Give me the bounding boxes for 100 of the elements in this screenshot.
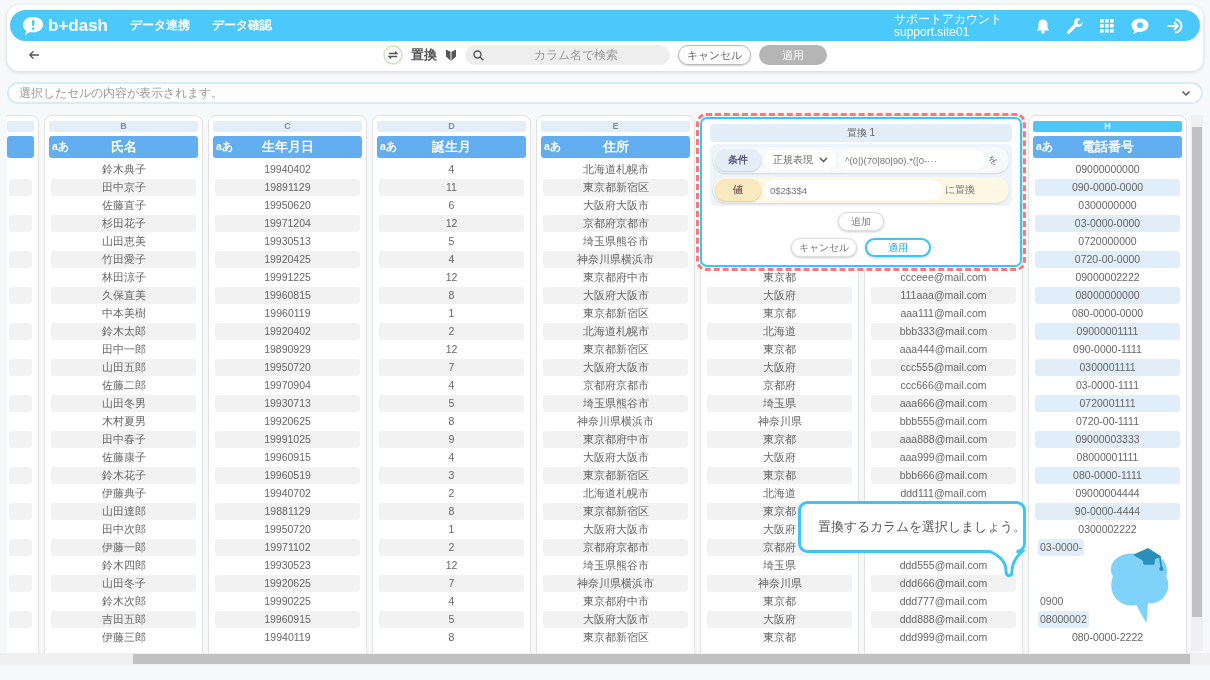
table-cell[interactable]: ccceee@mail.com	[871, 269, 1016, 286]
table-cell[interactable]: 5	[379, 395, 524, 412]
table-cell[interactable]: 大阪府	[707, 611, 852, 628]
table-cell[interactable]: 4	[379, 449, 524, 466]
table-cell[interactable]: 19920625	[215, 575, 360, 592]
table-cell[interactable]: 佐藤直子	[51, 197, 196, 214]
table-cell[interactable]: 4	[379, 161, 524, 178]
apply-button[interactable]: 適用	[865, 238, 931, 257]
table-cell[interactable]: 0300002222	[1035, 521, 1180, 538]
table-cell[interactable]: 木村夏男	[51, 413, 196, 430]
table-cell[interactable]: 111aaa@mail.com	[871, 287, 1016, 304]
table-cell[interactable]: ddd111@mail.com	[871, 485, 1016, 502]
table-cell[interactable]: 北海道	[707, 485, 852, 502]
table-cell[interactable]: 19960519	[215, 467, 360, 484]
swap-icon[interactable]	[383, 45, 403, 65]
table-cell[interactable]: 4	[379, 593, 524, 610]
table-cell[interactable]: bbb333@mail.com	[871, 323, 1016, 340]
table-cell[interactable]: 19960119	[215, 305, 360, 322]
table-cell[interactable]: 19930713	[215, 395, 360, 412]
table-cell[interactable]: 杉田花子	[51, 215, 196, 232]
table-cell[interactable]: 4	[379, 377, 524, 394]
table-cell[interactable]: 19971204	[215, 215, 360, 232]
table-cell[interactable]: 19990225	[215, 593, 360, 610]
table-cell[interactable]: 12	[379, 557, 524, 574]
table-cell[interactable]: 京都府	[707, 377, 852, 394]
table-cell[interactable]: 東京都府中市	[543, 269, 688, 286]
table-cell[interactable]: 19920625	[215, 413, 360, 430]
table-cell[interactable]: 伊藤典子	[51, 485, 196, 502]
table-cell[interactable]: 大阪府	[707, 287, 852, 304]
table-cell[interactable]: 京都府京都市	[543, 377, 688, 394]
table-cell[interactable]: 19930523	[215, 557, 360, 574]
table-cell[interactable]: 19891129	[215, 179, 360, 196]
table-cell[interactable]: 山田達郎	[51, 503, 196, 520]
table-cell[interactable]: 19881129	[215, 503, 360, 520]
table-cell[interactable]: 北海道札幌市	[543, 323, 688, 340]
table-cell[interactable]: 19920425	[215, 251, 360, 268]
table-cell[interactable]: 19940119	[215, 629, 360, 646]
table-cell[interactable]: 09000000000	[1035, 161, 1180, 178]
table-cell[interactable]: 東京都	[707, 305, 852, 322]
table-cell[interactable]: 12	[379, 341, 524, 358]
table-cell[interactable]: 東京都	[707, 629, 852, 646]
table-cell[interactable]: 鈴木花子	[51, 467, 196, 484]
table-cell[interactable]: 佐藤二郎	[51, 377, 196, 394]
table-cell[interactable]: 2	[379, 323, 524, 340]
table-cell[interactable]: bbb555@mail.com	[871, 413, 1016, 430]
table-cell[interactable]: 0900	[1038, 593, 1066, 610]
table-cell[interactable]: 0720001111	[1035, 395, 1180, 412]
table-cell[interactable]: 鈴木太郎	[51, 323, 196, 340]
table-cell[interactable]: 埼玉県熊谷市	[543, 233, 688, 250]
table-cell[interactable]: 5	[379, 611, 524, 628]
cell-content-field[interactable]: 選択したセルの内容が表示されます。	[19, 86, 1181, 100]
table-cell[interactable]: 19940402	[215, 161, 360, 178]
table-cell[interactable]: 東京都新宿区	[543, 629, 688, 646]
table-cell[interactable]: 19960915	[215, 449, 360, 466]
table-cell[interactable]: 0720-00-1111	[1035, 413, 1180, 430]
vertical-scrollbar[interactable]	[1191, 115, 1203, 651]
table-cell[interactable]: 東京都新宿区	[543, 341, 688, 358]
table-cell[interactable]: 北海道	[707, 323, 852, 340]
table-cell[interactable]: aaa111@mail.com	[871, 305, 1016, 322]
table-cell[interactable]: 伊藤三郎	[51, 629, 196, 646]
table-cell[interactable]: 19991225	[215, 269, 360, 286]
shield-icon[interactable]	[445, 48, 457, 62]
table-cell[interactable]: aaa999@mail.com	[871, 449, 1016, 466]
table-cell[interactable]: 田中春子	[51, 431, 196, 448]
table-cell[interactable]: 大阪府大阪市	[543, 611, 688, 628]
table-cell[interactable]: 竹田愛子	[51, 251, 196, 268]
table-cell[interactable]: 東京都	[707, 269, 852, 286]
search-field[interactable]: カラム名で検索	[465, 45, 670, 65]
table-cell[interactable]: ddd999@mail.com	[871, 629, 1016, 646]
table-cell[interactable]: 19960915	[215, 611, 360, 628]
table-cell[interactable]: 山田冬男	[51, 395, 196, 412]
table-cell[interactable]: 東京都新宿区	[543, 503, 688, 520]
table-cell[interactable]: 19950720	[215, 359, 360, 376]
table-cell[interactable]: 03-0000-	[1038, 539, 1085, 556]
table-cell[interactable]: 19991025	[215, 431, 360, 448]
table-cell[interactable]: 埼玉県熊谷市	[543, 395, 688, 412]
table-cell[interactable]: 90-0000-4444	[1035, 503, 1180, 520]
table-cell[interactable]: 埼玉県	[707, 557, 852, 574]
table-cell[interactable]: 080-0000-2222	[1035, 629, 1180, 646]
table-cell[interactable]: aaa666@mail.com	[871, 395, 1016, 412]
table-cell[interactable]: 03-0000-0000	[1035, 215, 1180, 232]
table-cell[interactable]: 神奈川県	[707, 575, 852, 592]
table-cell[interactable]: ddd777@mail.com	[871, 593, 1016, 610]
table-cell[interactable]: 北海道札幌市	[543, 485, 688, 502]
table-cell[interactable]: 090-0000-0000	[1035, 179, 1180, 196]
table-cell[interactable]: 京都府京都市	[543, 215, 688, 232]
table-cell[interactable]: 大阪府大阪市	[543, 287, 688, 304]
table-cell[interactable]: 東京都	[707, 431, 852, 448]
bell-icon[interactable]	[1036, 17, 1050, 34]
search-input[interactable]: カラム名で検索	[490, 48, 662, 62]
table-cell[interactable]: 久保直美	[51, 287, 196, 304]
table-cell[interactable]: 4	[379, 251, 524, 268]
table-cell[interactable]: 田中一郎	[51, 341, 196, 358]
cancel-button[interactable]: キャンセル	[791, 238, 857, 257]
table-cell[interactable]: ddd666@mail.com	[871, 575, 1016, 592]
table-cell[interactable]: 080-0000-0000	[1035, 305, 1180, 322]
table-cell[interactable]: 神奈川県横浜市	[543, 251, 688, 268]
table-cell[interactable]: 03-0000-1111	[1035, 377, 1180, 394]
table-cell[interactable]: 鈴木次郎	[51, 593, 196, 610]
table-cell[interactable]: 東京都新宿区	[543, 305, 688, 322]
